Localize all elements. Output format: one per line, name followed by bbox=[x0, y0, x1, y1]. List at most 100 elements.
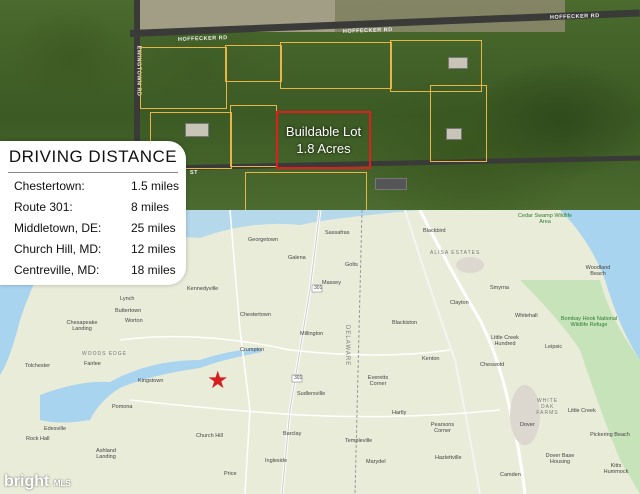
driving-distance-title: DRIVING DISTANCE bbox=[8, 147, 178, 166]
distance-place: Middletown, DE: bbox=[14, 221, 102, 235]
town-fairlee: Fairlee bbox=[84, 361, 101, 367]
town-templeville: Templeville bbox=[345, 438, 373, 444]
town-millington: Millington bbox=[300, 331, 324, 337]
town-blackbird: Blackbird bbox=[423, 228, 446, 234]
secondary-road bbox=[129, 399, 501, 418]
house bbox=[448, 57, 468, 69]
property-location-star-icon: ★ bbox=[207, 367, 229, 394]
chester-river bbox=[40, 348, 262, 423]
road-label-hoffecker-3: HOFFECKER RD bbox=[549, 13, 600, 21]
town-cheswold: Cheswold bbox=[480, 362, 505, 368]
distance-value: 12 miles bbox=[131, 242, 176, 256]
town-pomona: Pomona bbox=[112, 404, 133, 410]
town-camden: Camden bbox=[500, 472, 521, 478]
town-leipsic: Leipsic bbox=[545, 344, 563, 350]
brand-suffix: MLS bbox=[53, 479, 71, 488]
town-pearsons-corner: Pearsons Corner bbox=[430, 422, 455, 434]
listing-image: HOFFECKER RD HOFFECKER RD HOFFECKER RD E… bbox=[0, 0, 640, 494]
town-kennedyville: Kennedyville bbox=[187, 286, 219, 292]
distance-place: Centreville, MD: bbox=[14, 263, 100, 277]
distance-row: Centreville, MD: 18 miles bbox=[14, 263, 184, 279]
label-woods-edge: WOODS EDGE bbox=[82, 351, 128, 357]
town-chestertown-1: Chestertown bbox=[240, 312, 271, 318]
distance-place: Church Hill, MD: bbox=[14, 242, 102, 256]
distance-row: Route 301: 8 miles bbox=[14, 200, 184, 216]
house bbox=[375, 178, 407, 190]
town-dover: Dover bbox=[520, 422, 535, 428]
town-hazlettville: Hazlettville bbox=[435, 455, 462, 461]
town-kingstown: Kingstown bbox=[138, 378, 164, 384]
buildable-lot-outline: Buildable Lot 1.8 Acres bbox=[276, 111, 371, 169]
town-smyrna: Smyrna bbox=[490, 285, 509, 291]
distance-value: 25 miles bbox=[131, 221, 176, 235]
town-galena: Galena bbox=[288, 255, 306, 261]
town-clayton: Clayton bbox=[450, 300, 469, 306]
town-chesapeake-landing: Chesapeake Landing bbox=[66, 320, 98, 332]
distance-row: Middletown, DE: 25 miles bbox=[14, 221, 184, 237]
town-georgetown: Georgetown bbox=[248, 237, 278, 243]
town-woodland-beach: Woodland Beach bbox=[585, 265, 611, 277]
driving-distance-panel: DRIVING DISTANCE Chestertown: 1.5 miles … bbox=[0, 141, 186, 285]
town-golts: Golts bbox=[345, 262, 358, 268]
state-label-delaware: DELAWARE bbox=[344, 325, 350, 367]
label-white-oak-farms: WHITE OAK FARMS bbox=[536, 398, 559, 416]
brand-name: bright bbox=[4, 473, 50, 490]
town-edesville: Edesville bbox=[44, 426, 67, 432]
label-alisa-estates: ALISA ESTATES bbox=[430, 250, 481, 256]
distance-place: Chestertown: bbox=[14, 179, 85, 193]
town-ingleside: Ingleside bbox=[265, 458, 288, 464]
town-bombay-hook: Bombay Hook National Wildlife Refuge bbox=[560, 316, 618, 328]
route-shield-label-301: 301 bbox=[294, 375, 303, 381]
distance-place: Route 301: bbox=[14, 200, 73, 214]
bright-mls-logo: bright MLS bbox=[4, 473, 71, 491]
house bbox=[185, 123, 209, 137]
parcel-line bbox=[245, 172, 367, 212]
lot-label-title: Buildable Lot bbox=[285, 124, 362, 139]
town-whitehall: Whitehall bbox=[515, 313, 538, 319]
town-kenton: Kenton bbox=[422, 356, 440, 362]
town-ashland-landing: Ashland Landing bbox=[96, 448, 116, 460]
divider bbox=[8, 172, 178, 173]
parcel-line bbox=[140, 47, 227, 109]
town-tolchester: Tolchester bbox=[25, 363, 51, 369]
parcel-line bbox=[230, 105, 277, 167]
town-blackiston: Blackiston bbox=[392, 320, 418, 326]
distance-row: Church Hill, MD: 12 miles bbox=[14, 242, 184, 258]
town-little-creek-hundred: Little Creek Hundred bbox=[491, 335, 519, 347]
town-everetts-corner: Everetts Corner bbox=[367, 375, 389, 387]
town-buttertown: Buttertown bbox=[115, 308, 142, 314]
town-sudlersville: Sudlersville bbox=[297, 391, 326, 397]
road-label-hoffecker-2: HOFFECKER RD bbox=[342, 27, 393, 35]
house bbox=[446, 128, 462, 140]
town-kitts-hummock: Kitts Hummock bbox=[603, 463, 629, 475]
town-pickering-beach: Pickering Beach bbox=[590, 432, 630, 438]
town-massey: Massey bbox=[322, 280, 341, 286]
town-price: Price bbox=[224, 471, 237, 477]
distance-value: 8 miles bbox=[131, 200, 170, 214]
secondary-road bbox=[119, 335, 451, 356]
state-line bbox=[354, 210, 363, 494]
town-hartly: Hartly bbox=[392, 410, 407, 416]
smyrna-urban-area bbox=[456, 257, 484, 273]
road-label-hoffecker-1: HOFFECKER RD bbox=[177, 35, 228, 43]
town-little-creek: Little Creek bbox=[568, 408, 596, 414]
parcel-line bbox=[280, 42, 392, 89]
lot-label-acres: 1.8 Acres bbox=[296, 141, 351, 156]
town-cedar-swamp: Cedar Swamp Wildlife Area bbox=[517, 213, 573, 225]
town-dover-base-housing: Dover Base Housing bbox=[545, 453, 575, 465]
distance-value: 18 miles bbox=[131, 263, 176, 277]
town-worton: Worton bbox=[125, 318, 143, 324]
parcel-line bbox=[225, 45, 282, 82]
road-label-st: ST bbox=[190, 170, 199, 176]
town-marydel: Marydel bbox=[366, 459, 386, 465]
town-rock-hall: Rock Hall bbox=[26, 436, 50, 442]
town-sassafras: Sassafras bbox=[325, 230, 350, 236]
distance-value: 1.5 miles bbox=[131, 179, 180, 193]
route-shield-label-301: 301 bbox=[314, 285, 323, 291]
parcel-line bbox=[430, 85, 487, 162]
town-church-hill: Church Hill bbox=[196, 433, 223, 439]
town-lynch: Lynch bbox=[120, 296, 135, 302]
town-barclay: Barclay bbox=[283, 431, 302, 437]
town-crumpton: Crumpton bbox=[240, 347, 265, 353]
distance-row: Chestertown: 1.5 miles bbox=[14, 179, 184, 195]
